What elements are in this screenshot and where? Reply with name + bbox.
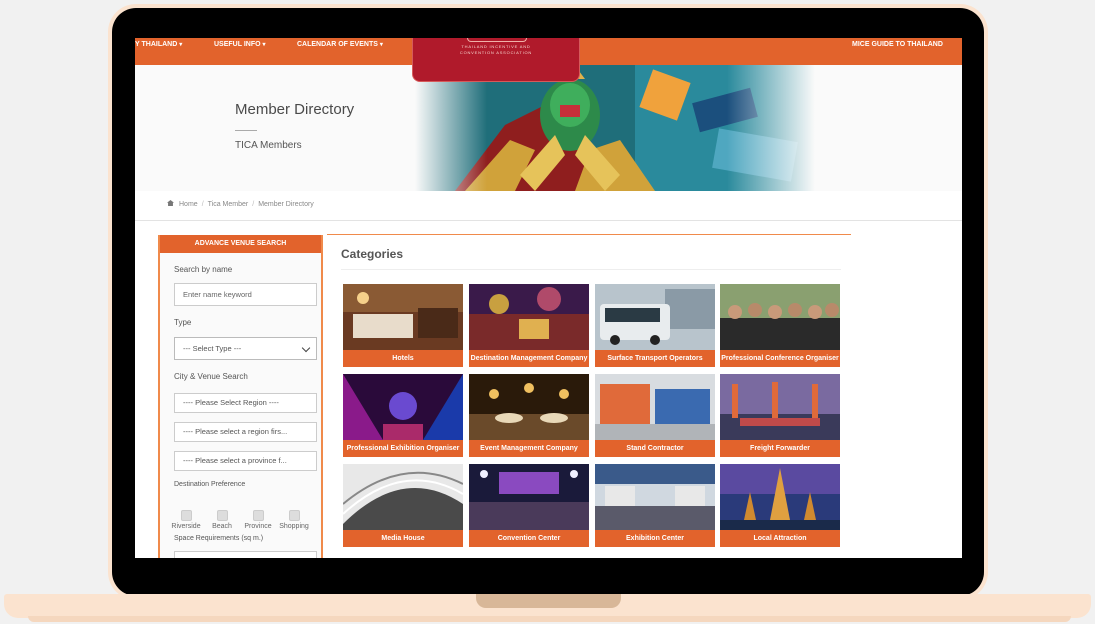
category-tile-convention-center[interactable]: Convention Center xyxy=(469,464,589,547)
category-tile-stand-contractor[interactable]: Stand Contractor xyxy=(595,374,715,457)
category-label: Freight Forwarder xyxy=(720,440,840,457)
exhibition-center-image xyxy=(595,464,715,530)
chevron-down-icon xyxy=(301,343,311,353)
tica-logo[interactable]: THAILAND INCENTIVE AND CONVENTION ASSOCI… xyxy=(412,38,580,82)
checkbox-icon xyxy=(216,510,228,521)
home-icon xyxy=(167,200,174,206)
category-tile-surface-transport[interactable]: Surface Transport Operators xyxy=(595,284,715,367)
nav-item-thailand[interactable]: Y THAILAND ▾ xyxy=(135,41,182,48)
category-label: Professional Exhibition Organiser xyxy=(343,440,463,457)
page-title: Member Directory xyxy=(235,101,355,118)
category-tile-exhibition-center[interactable]: Exhibition Center xyxy=(595,464,715,547)
conference-organiser-image xyxy=(720,284,840,350)
city-select[interactable]: ---- Please select a region firs... xyxy=(174,422,317,442)
page-subtitle: TICA Members xyxy=(235,140,302,151)
breadcrumb-separator: / xyxy=(201,201,204,208)
categories-panel: Categories Hotels Destination Management… xyxy=(327,234,851,558)
checkbox-icon xyxy=(252,510,264,521)
categories-divider xyxy=(341,269,841,270)
chevron-down-icon: ▾ xyxy=(262,42,266,48)
category-tile-freight-forwarder[interactable]: Freight Forwarder xyxy=(720,374,840,457)
nav-item-calendar-label: CALENDAR OF EVENTS xyxy=(297,41,378,48)
category-tile-local-attraction[interactable]: Local Attraction xyxy=(720,464,840,547)
breadcrumb-home[interactable]: Home xyxy=(179,201,198,208)
type-select[interactable]: --- Select Type --- xyxy=(174,337,317,360)
nav-item-calendar[interactable]: CALENDAR OF EVENTS ▾ xyxy=(297,41,383,48)
local-attraction-image xyxy=(720,464,840,530)
breadcrumb-current: Member Directory xyxy=(258,201,314,208)
logo-tagline: THAILAND INCENTIVE AND CONVENTION ASSOCI… xyxy=(413,44,579,56)
breadcrumb-divider xyxy=(135,220,962,221)
checkbox-icon xyxy=(288,510,300,521)
hotels-image xyxy=(343,284,463,350)
type-select-value: --- Select Type --- xyxy=(183,344,242,353)
advance-venue-search-panel: ADVANCE VENUE SEARCH Search by name Ente… xyxy=(158,235,323,558)
region-select[interactable]: ---- Please Select Region ---- xyxy=(174,393,317,413)
category-tile-conference-organiser[interactable]: Professional Conference Organiser xyxy=(720,284,840,367)
city-venue-search-label: City & Venue Search xyxy=(174,372,248,381)
category-tile-hotels[interactable]: Hotels xyxy=(343,284,463,367)
category-label: Local Attraction xyxy=(720,530,840,547)
stand-contractor-image xyxy=(595,374,715,440)
hero-khon-dancer-image xyxy=(415,65,815,191)
title-divider xyxy=(235,130,257,131)
hero-banner: Member Directory TICA Members xyxy=(135,65,962,191)
category-label: Event Management Company xyxy=(469,440,589,457)
destination-management-image xyxy=(469,284,589,350)
search-name-input[interactable]: Enter name keyword xyxy=(174,283,317,306)
category-tile-media-house[interactable]: Media House xyxy=(343,464,463,547)
space-requirements-label: Space Requirements (sq m.) xyxy=(174,535,264,542)
media-house-image xyxy=(343,464,463,530)
pref-shopping-label: Shopping xyxy=(279,523,309,530)
pref-beach-label: Beach xyxy=(212,523,232,530)
nav-item-useful-info[interactable]: USEFUL INFO ▾ xyxy=(214,41,266,48)
logo-tagline-line2: CONVENTION ASSOCIATION xyxy=(459,50,533,55)
advance-venue-search-header: ADVANCE VENUE SEARCH xyxy=(160,235,321,253)
browser-screen: Y THAILAND ▾ USEFUL INFO ▾ CALENDAR OF EVE… xyxy=(135,38,962,558)
category-label: Surface Transport Operators xyxy=(595,350,715,367)
nav-item-mice-guide[interactable]: MICE GUIDE TO THAILAND xyxy=(852,41,943,48)
laptop-notch xyxy=(476,594,621,608)
type-label: Type xyxy=(174,318,192,327)
pref-shopping-checkbox[interactable]: Shopping xyxy=(277,510,311,530)
category-label: Destination Management Company xyxy=(469,350,589,367)
pref-province-label: Province xyxy=(244,523,272,530)
freight-forwarder-image xyxy=(720,374,840,440)
category-label: Hotels xyxy=(343,350,463,367)
laptop-base-shadow xyxy=(28,616,1071,622)
category-label: Stand Contractor xyxy=(595,440,715,457)
exhibition-organiser-image xyxy=(343,374,463,440)
breadcrumb-tica-member[interactable]: Tica Member xyxy=(208,201,249,208)
pref-beach-checkbox[interactable]: Beach xyxy=(205,510,239,530)
logo-emblem xyxy=(467,38,527,42)
search-by-name-label: Search by name xyxy=(174,265,233,274)
venue-select[interactable]: ---- Please select a province f... xyxy=(174,451,317,471)
category-tile-event-management[interactable]: Event Management Company xyxy=(469,374,589,457)
pref-riverside-label: Riverside xyxy=(171,523,201,530)
space-requirements-input[interactable] xyxy=(174,551,317,558)
category-label: Professional Conference Organiser xyxy=(720,350,840,367)
category-label: Convention Center xyxy=(469,530,589,547)
chevron-down-icon: ▾ xyxy=(179,42,183,48)
nav-item-useful-info-label: USEFUL INFO xyxy=(214,41,261,48)
nav-item-thailand-label: Y THAILAND xyxy=(135,41,178,48)
pref-province-checkbox[interactable]: Province xyxy=(241,510,275,530)
event-management-image xyxy=(469,374,589,440)
convention-center-image xyxy=(469,464,589,530)
category-label: Exhibition Center xyxy=(595,530,715,547)
checkbox-icon xyxy=(180,510,192,521)
categories-title: Categories xyxy=(341,247,404,261)
destination-preference-label: Destination Preference xyxy=(174,481,246,488)
breadcrumb: Home / Tica Member / Member Directory xyxy=(167,200,314,208)
category-tile-exhibition-organiser[interactable]: Professional Exhibition Organiser xyxy=(343,374,463,457)
category-tile-destination-management[interactable]: Destination Management Company xyxy=(469,284,589,367)
breadcrumb-separator: / xyxy=(252,201,255,208)
surface-transport-image xyxy=(595,284,715,350)
chevron-down-icon: ▾ xyxy=(379,42,383,48)
category-label: Media House xyxy=(343,530,463,547)
pref-riverside-checkbox[interactable]: Riverside xyxy=(169,510,203,530)
